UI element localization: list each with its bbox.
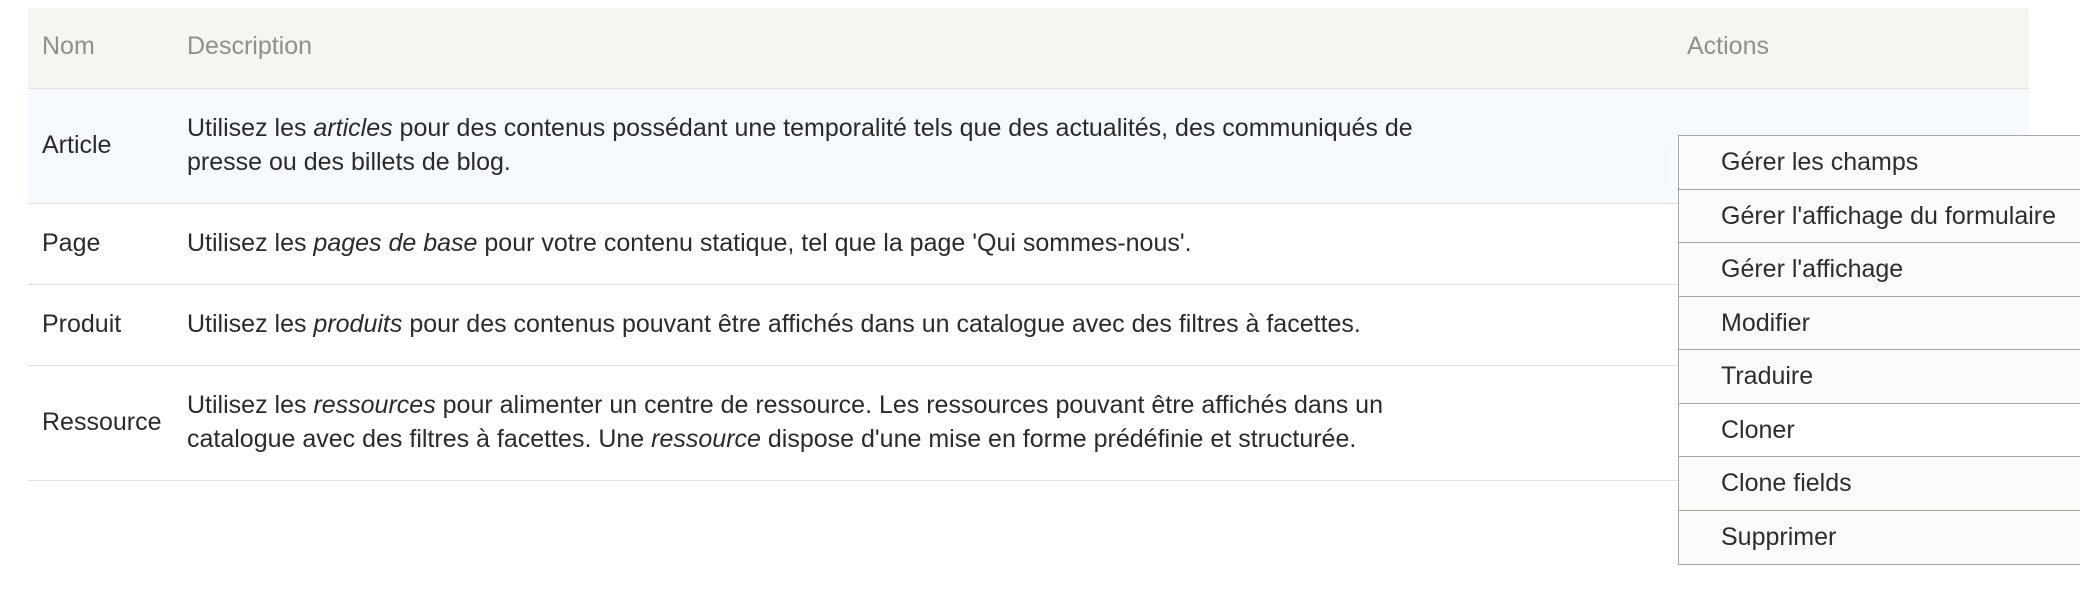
column-header-nom: Nom — [28, 8, 187, 89]
description-line: presse ou des billets de blog. — [187, 148, 511, 176]
cell-description: Utilisez les produits pour des contenus … — [187, 285, 1687, 366]
cell-description: Utilisez les pages de base pour votre co… — [187, 204, 1687, 285]
dropdown-item[interactable]: Modifier — [1679, 296, 2080, 350]
emphasis-text: ressource — [651, 425, 761, 453]
description-line: Utilisez les ressources pour alimenter u… — [187, 391, 1383, 419]
description-line: Utilisez les pages de base pour votre co… — [187, 229, 1192, 257]
table-header-row: Nom Description Actions — [28, 8, 2029, 89]
actions-dropdown-menu[interactable]: Gérer les champs Gérer l'affichage du for… — [1678, 135, 2080, 565]
emphasis-text: ressources — [313, 391, 436, 419]
emphasis-text: articles — [313, 114, 393, 142]
emphasis-text: produits — [313, 310, 403, 338]
dropdown-item[interactable]: Traduire — [1679, 350, 2080, 404]
cell-description: Utilisez les ressources pour alimenter u… — [187, 366, 1687, 481]
page-root: Nom Description Actions Article Utilisez … — [0, 0, 2080, 612]
cell-nom: Article — [42, 131, 112, 159]
cell-description: Utilisez les articles pour des contenus … — [187, 89, 1687, 204]
emphasis-text: pages de base — [313, 229, 478, 257]
dropdown-item[interactable]: Cloner — [1679, 403, 2080, 457]
cell-nom: Ressource — [42, 408, 162, 436]
dropdown-item[interactable]: Gérer l'affichage du formulaire — [1679, 189, 2080, 243]
cell-nom: Produit — [42, 310, 122, 338]
dropdown-item[interactable]: Gérer l'affichage — [1679, 243, 2080, 297]
cell-nom: Page — [42, 229, 101, 257]
dropdown-item[interactable]: Clone fields — [1679, 457, 2080, 511]
description-line: Utilisez les produits pour des contenus … — [187, 310, 1361, 338]
dropdown-item[interactable]: Gérer les champs — [1679, 136, 2080, 190]
dropdown-item[interactable]: Supprimer — [1679, 510, 2080, 564]
column-header-actions: Actions — [1687, 8, 2029, 89]
description-line: catalogue avec des filtres à facettes. U… — [187, 425, 1357, 453]
column-header-description: Description — [187, 8, 1687, 89]
description-line: Utilisez les articles pour des contenus … — [187, 114, 1413, 142]
table-header: Nom Description Actions — [28, 8, 2029, 89]
